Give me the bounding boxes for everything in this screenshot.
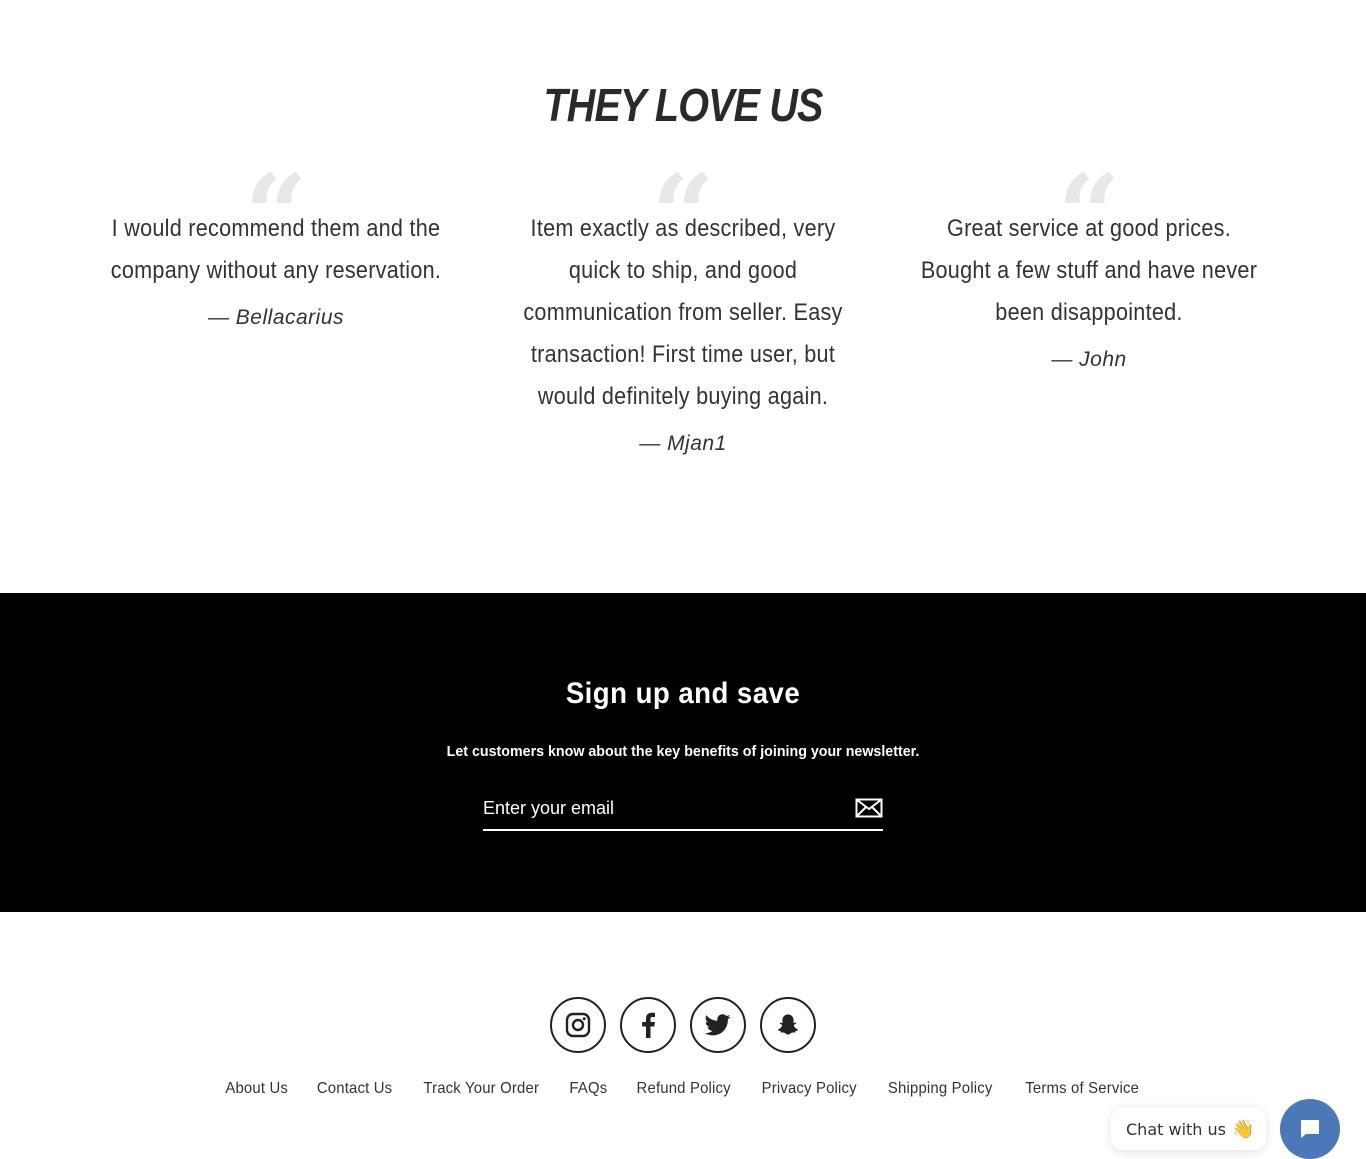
wave-icon: 👋 <box>1231 1118 1255 1140</box>
testimonial-author: — Bellacarius <box>207 306 345 329</box>
twitter-icon <box>705 1014 731 1036</box>
testimonial-card: “ Great service at good prices. Bought a… <box>889 160 1289 372</box>
snapchat-link[interactable] <box>760 997 816 1053</box>
testimonial-card: “ Item exactly as described, very quick … <box>483 160 883 456</box>
chat-icon <box>1301 1120 1319 1138</box>
footer-link-faqs[interactable]: FAQs <box>569 1080 607 1098</box>
testimonial-author: — Mjan1 <box>639 432 727 455</box>
footer-link-contact-us[interactable]: Contact Us <box>317 1080 392 1098</box>
newsletter-title: Sign up and save <box>565 677 801 710</box>
section-title: THEY LOVE US <box>543 79 823 131</box>
snapchat-icon <box>777 1014 799 1035</box>
footer-link-refund-policy[interactable]: Refund Policy <box>636 1080 730 1098</box>
envelope-icon <box>855 798 883 818</box>
open-chat-button[interactable] <box>1280 1099 1340 1159</box>
chat-prompt-label: Chat with us <box>1126 1119 1226 1139</box>
subscribe-button[interactable] <box>855 797 883 819</box>
chat-prompt[interactable]: Chat with us 👋 <box>1111 1108 1266 1150</box>
newsletter-form <box>483 789 883 831</box>
testimonial-text: Item exactly as described, very quick to… <box>523 215 843 410</box>
testimonial-card: “ I would recommend them and the company… <box>76 160 476 330</box>
facebook-link[interactable] <box>620 997 676 1053</box>
footer-link-about-us[interactable]: About Us <box>225 1080 288 1098</box>
testimonial-text: Great service at good prices. Bought a f… <box>920 215 1258 326</box>
testimonials-section: THEY LOVE US “ I would recommend them an… <box>0 0 1366 593</box>
facebook-icon <box>642 1012 655 1038</box>
footer-nav: About Us Contact Us Track Your Order FAQ… <box>0 1080 1366 1098</box>
email-input[interactable] <box>483 789 843 827</box>
testimonial-text: I would recommend them and the company w… <box>110 215 442 284</box>
footer-link-terms-of-service[interactable]: Terms of Service <box>1025 1080 1139 1098</box>
instagram-link[interactable] <box>550 997 606 1053</box>
newsletter-subtitle: Let customers know about the key benefit… <box>446 743 920 760</box>
instagram-icon <box>565 1012 591 1038</box>
footer-link-shipping-policy[interactable]: Shipping Policy <box>888 1080 993 1098</box>
newsletter-section: Sign up and save Let customers know abou… <box>0 593 1366 912</box>
social-links <box>550 997 816 1053</box>
testimonial-author: — John <box>1051 348 1127 371</box>
footer-link-track-order[interactable]: Track Your Order <box>424 1080 540 1098</box>
twitter-link[interactable] <box>690 997 746 1053</box>
footer-link-privacy-policy[interactable]: Privacy Policy <box>762 1080 857 1098</box>
